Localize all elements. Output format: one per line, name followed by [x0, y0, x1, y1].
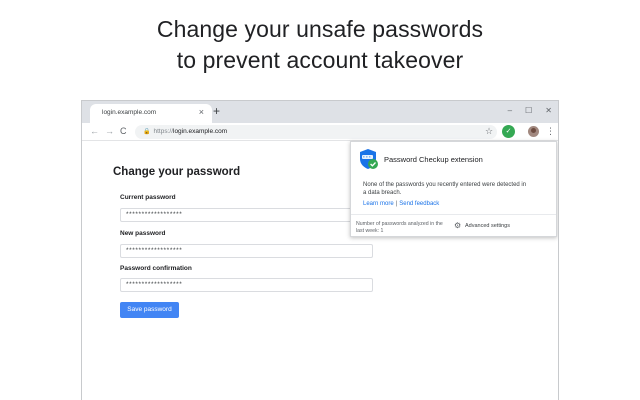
headline-line-2: to prevent account takeover [176, 47, 464, 73]
gear-icon[interactable]: ⚙ [454, 221, 461, 231]
maximize-icon[interactable]: ☐ [525, 106, 532, 116]
current-password-field[interactable]: ****************** [120, 208, 373, 222]
back-icon[interactable]: ← [90, 126, 99, 136]
svg-text:* * *: * * * [363, 156, 371, 160]
tab-strip: login.example.com × + – ☐ ✕ [82, 101, 558, 123]
reload-icon[interactable]: C [120, 126, 127, 136]
popup-links: Learn more | Send feedback [363, 201, 439, 207]
popup-message: None of the passwords you recently enter… [363, 182, 527, 196]
tab-close-icon[interactable]: × [199, 107, 204, 117]
send-feedback-link[interactable]: Send feedback [399, 201, 439, 207]
new-tab-icon[interactable]: + [213, 105, 220, 117]
password-confirmation-label: Password confirmation [120, 265, 192, 272]
bookmark-star-icon[interactable]: ☆ [485, 125, 493, 137]
password-checkup-extension-icon[interactable]: ✓ [502, 125, 515, 138]
headline: Change your unsafe passwords to prevent … [0, 14, 640, 76]
new-password-label: New password [120, 230, 166, 237]
tab-login[interactable]: login.example.com × [90, 104, 212, 123]
profile-avatar[interactable] [528, 126, 539, 137]
popup-title: Password Checkup extension [384, 155, 483, 164]
address-bar[interactable]: 🔒 https://login.example.com [135, 125, 497, 139]
save-password-button[interactable]: Save password [120, 302, 179, 318]
link-separator: | [395, 201, 398, 207]
password-checkup-popup: * * * Password Checkup extension None of… [350, 141, 557, 237]
current-password-label: Current password [120, 194, 176, 201]
browser-window: login.example.com × + – ☐ ✕ ← → C 🔒 https… [81, 100, 559, 400]
headline-line-1: Change your unsafe passwords [156, 16, 484, 42]
lock-icon: 🔒 [143, 129, 151, 135]
toolbar: ← → C 🔒 https://login.example.com ☆ ✓ ⋮ [82, 123, 558, 141]
popup-divider [351, 214, 556, 215]
address-scheme: https:// [153, 128, 173, 135]
page-title: Change your password [113, 166, 241, 178]
close-window-icon[interactable]: ✕ [545, 106, 552, 116]
passwords-analyzed-count: Number of passwords analyzed in the last… [356, 221, 443, 234]
window-controls: – ☐ ✕ [508, 106, 552, 116]
password-confirmation-field[interactable]: ****************** [120, 278, 373, 292]
learn-more-link[interactable]: Learn more [363, 201, 394, 207]
tab-title: login.example.com [102, 109, 157, 116]
address-host: login.example.com [173, 128, 228, 135]
new-password-field[interactable]: ****************** [120, 244, 373, 258]
shield-check-icon: * * * [360, 149, 378, 169]
forward-icon[interactable]: → [105, 126, 114, 136]
advanced-settings-link[interactable]: Advanced settings [465, 223, 510, 229]
menu-icon[interactable]: ⋮ [546, 125, 555, 137]
minimize-icon[interactable]: – [508, 106, 512, 116]
